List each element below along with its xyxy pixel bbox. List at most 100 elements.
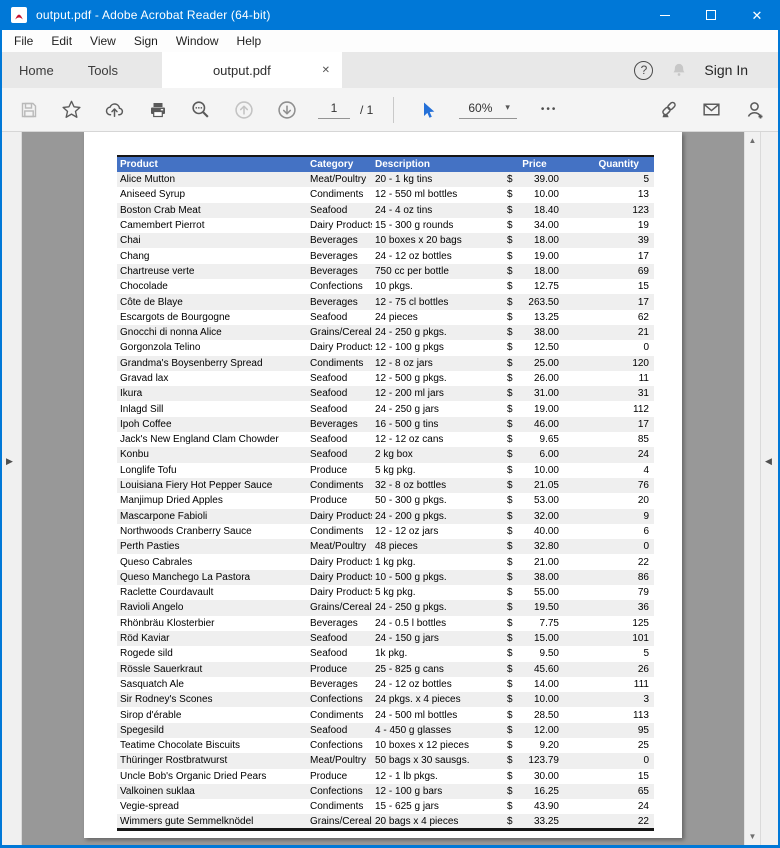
right-panel-strip[interactable]: ◀ <box>760 132 778 845</box>
cell-product: Chartreuse verte <box>117 264 307 279</box>
document-tab-label: output.pdf <box>162 63 322 78</box>
cell-quantity: 22 <box>567 814 654 829</box>
cell-description: 2 kg box <box>372 447 502 462</box>
table-header-row: Product Category Description Price Quant… <box>117 156 654 172</box>
cell-quantity: 15 <box>567 279 654 294</box>
currency-symbol: $ <box>507 419 513 430</box>
tabbar-right-group: ? Sign In <box>634 52 778 88</box>
tab-bar: Home Tools output.pdf ✕ ? Sign In <box>2 52 778 88</box>
minimize-button[interactable] <box>642 0 688 30</box>
expand-left-panel-icon[interactable]: ▶ <box>6 456 13 467</box>
cell-category: Beverages <box>307 233 372 248</box>
menu-view[interactable]: View <box>81 34 125 48</box>
cell-price: $34.00 <box>502 218 567 233</box>
select-tool-button[interactable] <box>411 94 445 126</box>
cell-category: Meat/Poultry <box>307 753 372 768</box>
share-upload-button[interactable] <box>93 94 136 126</box>
cell-category: Seafood <box>307 371 372 386</box>
acrobat-window: output.pdf - Adobe Acrobat Reader (64-bi… <box>0 0 780 848</box>
cell-quantity: 36 <box>567 600 654 615</box>
header-category: Category <box>307 156 372 172</box>
tab-close-icon[interactable]: ✕ <box>322 65 342 76</box>
cell-category: Seafood <box>307 432 372 447</box>
cell-quantity: 0 <box>567 753 654 768</box>
table-row: Camembert PierrotDairy Products15 - 300 … <box>117 218 654 233</box>
print-button[interactable] <box>136 94 179 126</box>
table-row: Queso Manchego La PastoraDairy Products1… <box>117 570 654 585</box>
maximize-button[interactable] <box>688 0 734 30</box>
cell-price: $18.40 <box>502 203 567 218</box>
cell-description: 10 boxes x 12 pieces <box>372 738 502 753</box>
price-amount: 43.90 <box>534 801 559 812</box>
cell-category: Produce <box>307 493 372 508</box>
cell-description: 10 - 500 g pkgs. <box>372 570 502 585</box>
close-button[interactable]: ✕ <box>734 0 780 30</box>
document-area: ▶ Product Category Description Price Qua… <box>2 132 778 845</box>
email-button[interactable] <box>690 94 733 126</box>
currency-symbol: $ <box>507 388 513 399</box>
currency-symbol: $ <box>507 434 513 445</box>
table-row: Ipoh CoffeeBeverages16 - 500 g tins$46.0… <box>117 417 654 432</box>
zoom-level-dropdown[interactable]: 60% ▾ <box>459 101 517 119</box>
share-link-button[interactable] <box>647 94 690 126</box>
cell-category: Beverages <box>307 264 372 279</box>
notifications-button[interactable] <box>670 61 688 79</box>
save-button[interactable] <box>7 94 50 126</box>
currency-symbol: $ <box>507 664 513 675</box>
cell-description: 15 - 300 g rounds <box>372 218 502 233</box>
cell-description: 12 - 200 ml jars <box>372 386 502 401</box>
help-button[interactable]: ? <box>634 61 653 80</box>
cell-description: 12 - 75 cl bottles <box>372 294 502 309</box>
cell-quantity: 62 <box>567 310 654 325</box>
scroll-up-icon[interactable]: ▲ <box>745 136 760 145</box>
previous-page-button[interactable] <box>222 94 265 126</box>
cell-quantity: 24 <box>567 447 654 462</box>
cell-description: 24 - 0.5 l bottles <box>372 616 502 631</box>
cell-product: Grandma's Boysenberry Spread <box>117 356 307 371</box>
cell-category: Confections <box>307 738 372 753</box>
menu-edit[interactable]: Edit <box>42 34 81 48</box>
menu-sign[interactable]: Sign <box>125 34 167 48</box>
price-amount: 9.50 <box>540 648 559 659</box>
next-page-button[interactable] <box>265 94 308 126</box>
star-button[interactable] <box>50 94 93 126</box>
vertical-scrollbar[interactable]: ▲ ▼ <box>744 132 760 845</box>
cell-category: Condiments <box>307 799 372 814</box>
page-number-input[interactable]: 1 <box>318 101 350 119</box>
sign-profile-button[interactable] <box>733 94 776 126</box>
star-icon <box>61 99 82 120</box>
cell-category: Seafood <box>307 401 372 416</box>
price-amount: 40.00 <box>534 526 559 537</box>
left-panel-strip[interactable]: ▶ <box>2 132 22 845</box>
currency-symbol: $ <box>507 541 513 552</box>
sign-in-button[interactable]: Sign In <box>704 62 748 78</box>
menu-help[interactable]: Help <box>228 34 271 48</box>
cell-quantity: 65 <box>567 784 654 799</box>
header-price: Price <box>502 156 567 172</box>
cell-category: Grains/Cereals <box>307 325 372 340</box>
more-tools-button[interactable]: ••• <box>541 104 558 115</box>
cell-product: Sirop d'érable <box>117 707 307 722</box>
menu-window[interactable]: Window <box>167 34 228 48</box>
tab-home[interactable]: Home <box>2 52 71 88</box>
scroll-down-icon[interactable]: ▼ <box>745 832 760 841</box>
tab-document[interactable]: output.pdf ✕ <box>162 52 342 88</box>
expand-right-panel-icon[interactable]: ◀ <box>765 456 772 467</box>
price-amount: 12.50 <box>534 342 559 353</box>
table-row: Sasquatch AleBeverages24 - 12 oz bottles… <box>117 677 654 692</box>
cell-product: Aniseed Syrup <box>117 187 307 202</box>
cell-price: $15.00 <box>502 631 567 646</box>
table-row: Grandma's Boysenberry SpreadCondiments12… <box>117 356 654 371</box>
table-row: Thüringer RostbratwurstMeat/Poultry50 ba… <box>117 753 654 768</box>
zoom-tools-button[interactable] <box>179 94 222 126</box>
cell-category: Dairy Products <box>307 585 372 600</box>
cell-price: $10.00 <box>502 692 567 707</box>
cell-product: Camembert Pierrot <box>117 218 307 233</box>
cell-price: $9.20 <box>502 738 567 753</box>
table-row: Teatime Chocolate BiscuitsConfections10 … <box>117 738 654 753</box>
tab-tools[interactable]: Tools <box>71 52 135 88</box>
table-row: Gravad laxSeafood12 - 500 g pkgs.$26.001… <box>117 371 654 386</box>
window-title: output.pdf - Adobe Acrobat Reader (64-bi… <box>36 8 271 22</box>
menu-file[interactable]: File <box>5 34 42 48</box>
cell-price: $18.00 <box>502 233 567 248</box>
